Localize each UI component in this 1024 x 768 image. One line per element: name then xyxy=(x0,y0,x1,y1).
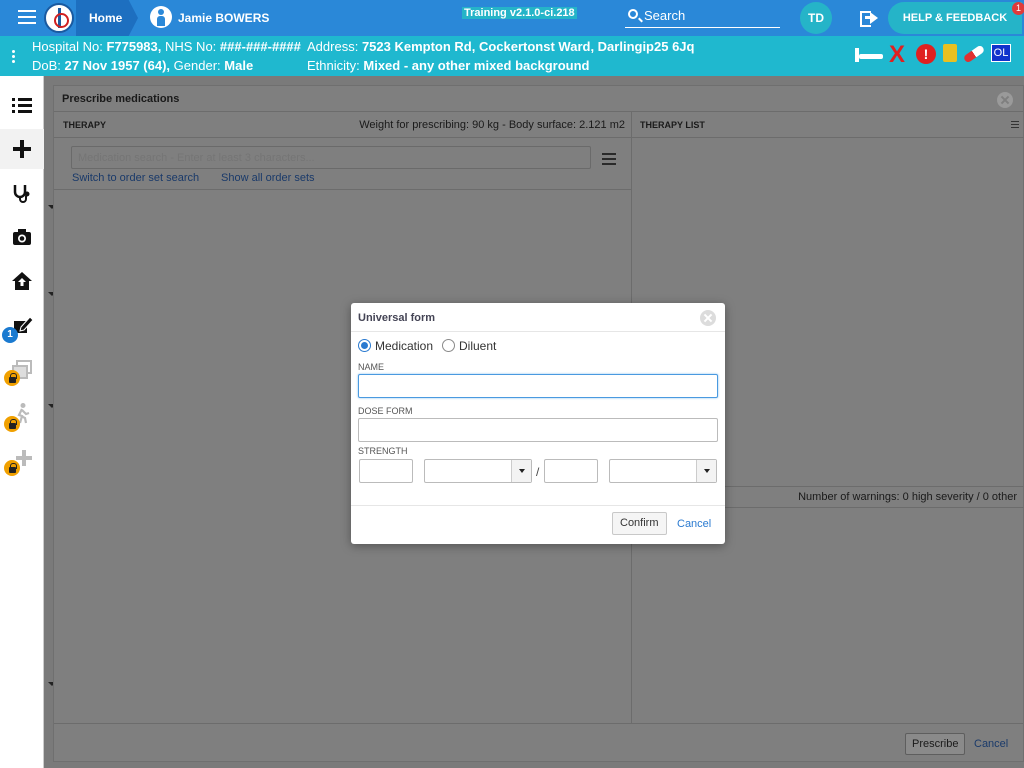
dose-form-label: DOSE FORM xyxy=(358,406,413,416)
ethnicity-label: Ethnicity: xyxy=(307,58,360,73)
clipboard-icon[interactable] xyxy=(943,44,957,62)
divider xyxy=(351,331,725,332)
search-icon xyxy=(628,9,638,19)
prescribe-button[interactable]: Prescribe xyxy=(905,733,966,755)
more-vertical-icon[interactable] xyxy=(12,50,16,65)
stethoscope-icon xyxy=(13,185,30,203)
divider xyxy=(351,505,725,506)
help-feedback-button[interactable]: HELP & FEEDBACK xyxy=(888,2,1022,34)
ol-badge[interactable]: OL xyxy=(991,44,1011,62)
panel-header: Prescribe medications xyxy=(54,86,1023,112)
left-sidebar: 1 xyxy=(0,76,44,768)
sidebar-item-prescriptions[interactable]: 1 xyxy=(0,305,44,345)
confirm-button[interactable]: Confirm xyxy=(612,512,667,535)
house-icon xyxy=(12,272,32,290)
nhs-no-label: NHS No: xyxy=(165,39,217,54)
menu-icon[interactable] xyxy=(1011,121,1019,130)
top-bar: Home Jamie BOWERS Training v2.1.0-ci.218… xyxy=(0,0,1024,36)
medication-radio[interactable] xyxy=(358,339,371,352)
lock-icon xyxy=(4,460,20,476)
warnings-count: Number of warnings: 0 high severity / 0 … xyxy=(798,491,1017,503)
medication-search-input[interactable] xyxy=(71,146,591,169)
address-value: 7523 Kempton Rd, Cockertonst Ward, Darli… xyxy=(361,39,695,54)
close-icon[interactable] xyxy=(997,92,1013,108)
strength-numerator-unit-select[interactable] xyxy=(424,459,532,483)
address-label: Address: xyxy=(307,39,359,54)
banner-line-ethnicity: Ethnicity: Mixed - any other mixed backg… xyxy=(307,58,589,73)
bed-icon[interactable] xyxy=(855,48,883,62)
prescriptions-count-badge: 1 xyxy=(2,327,18,343)
sidebar-item-discharge[interactable] xyxy=(0,261,44,301)
medication-radio-label[interactable]: Medication xyxy=(375,339,433,353)
list-icon xyxy=(12,98,32,113)
logout-icon[interactable] xyxy=(860,9,880,27)
person-icon xyxy=(150,6,172,28)
banner-line-ids: Hospital No: F775983, NHS No: ###-###-##… xyxy=(32,39,301,54)
panel-footer: Prescribe Cancel xyxy=(54,723,1023,763)
diluent-radio-label[interactable]: Diluent xyxy=(459,339,496,353)
lock-icon xyxy=(4,416,20,432)
therapy-list-header: THERAPY LIST xyxy=(631,112,1024,138)
hospital-no-value: F775983, xyxy=(106,39,162,54)
plus-icon xyxy=(13,140,31,158)
cancel-link[interactable]: Cancel xyxy=(974,738,1008,750)
sidebar-item-clinical[interactable] xyxy=(0,173,44,213)
name-label: NAME xyxy=(358,362,385,372)
close-icon[interactable] xyxy=(700,310,716,326)
sidebar-item-media[interactable] xyxy=(0,217,44,257)
cancel-link[interactable]: Cancel xyxy=(677,518,711,530)
caduceus-logo-icon[interactable] xyxy=(44,3,74,33)
chevron-down-icon[interactable] xyxy=(511,460,531,482)
pill-icon[interactable] xyxy=(962,44,986,64)
x-mark-icon[interactable]: X xyxy=(889,43,905,67)
hospital-no-label: Hospital No: xyxy=(32,39,103,54)
lock-icon xyxy=(4,370,20,386)
breadcrumb-home[interactable]: Home xyxy=(76,0,138,36)
strength-numerator-input[interactable] xyxy=(359,459,413,483)
patient-banner: Hospital No: F775983, NHS No: ###-###-##… xyxy=(0,36,1024,76)
dob-label: DoB: xyxy=(32,58,61,73)
banner-line-address: Address: 7523 Kempton Rd, Cockertonst Wa… xyxy=(307,39,694,54)
dob-value: 27 Nov 1957 (64), xyxy=(64,58,171,73)
weight-info: Weight for prescribing: 90 kg - Body sur… xyxy=(359,119,625,131)
gender-label: Gender: xyxy=(173,58,221,73)
gender-value: Male xyxy=(224,58,254,73)
alert-icon[interactable]: ! xyxy=(916,44,936,64)
sidebar-item-add[interactable] xyxy=(0,129,44,169)
chevron-down-icon[interactable] xyxy=(696,460,716,482)
therapy-label: THERAPY xyxy=(63,120,107,130)
menu-icon[interactable] xyxy=(18,10,36,26)
panel-title: Prescribe medications xyxy=(62,93,180,105)
global-search[interactable]: Search xyxy=(625,6,780,28)
universal-form-dialog: Universal form Medication Diluent NAME D… xyxy=(351,303,725,544)
name-input[interactable] xyxy=(358,374,718,398)
show-all-order-sets-link[interactable]: Show all order sets xyxy=(221,172,315,184)
diluent-radio[interactable] xyxy=(442,339,455,352)
therapy-header: THERAPY Weight for prescribing: 90 kg - … xyxy=(54,112,631,138)
ethnicity-value: Mixed - any other mixed background xyxy=(363,58,590,73)
patient-name[interactable]: Jamie BOWERS xyxy=(178,11,269,25)
strength-denominator-input[interactable] xyxy=(544,459,598,483)
strength-separator: / xyxy=(536,465,540,479)
training-version-label: Training v2.1.0-ci.218 xyxy=(462,7,577,19)
search-label: Search xyxy=(644,8,686,23)
medication-search-area: Switch to order set search Show all orde… xyxy=(54,138,631,190)
sidebar-item-list[interactable] xyxy=(0,85,44,125)
nhs-no-value: ###-###-#### xyxy=(219,39,301,54)
sidebar-item-activity[interactable] xyxy=(0,393,44,433)
notification-badge: 1 xyxy=(1012,2,1024,15)
sidebar-item-add-locked[interactable] xyxy=(0,437,44,477)
sidebar-item-documents[interactable] xyxy=(0,349,44,389)
camera-icon xyxy=(13,229,31,245)
strength-label: STRENGTH xyxy=(358,446,408,456)
therapy-list-label: THERAPY LIST xyxy=(640,120,705,130)
dose-form-input[interactable] xyxy=(358,418,718,442)
home-label: Home xyxy=(89,11,123,25)
menu-icon[interactable] xyxy=(602,153,616,168)
switch-order-set-link[interactable]: Switch to order set search xyxy=(72,172,199,184)
banner-line-dob: DoB: 27 Nov 1957 (64), Gender: Male xyxy=(32,58,253,73)
strength-denominator-unit-select[interactable] xyxy=(609,459,717,483)
dialog-title: Universal form xyxy=(358,312,436,324)
user-avatar[interactable]: TD xyxy=(800,2,832,34)
